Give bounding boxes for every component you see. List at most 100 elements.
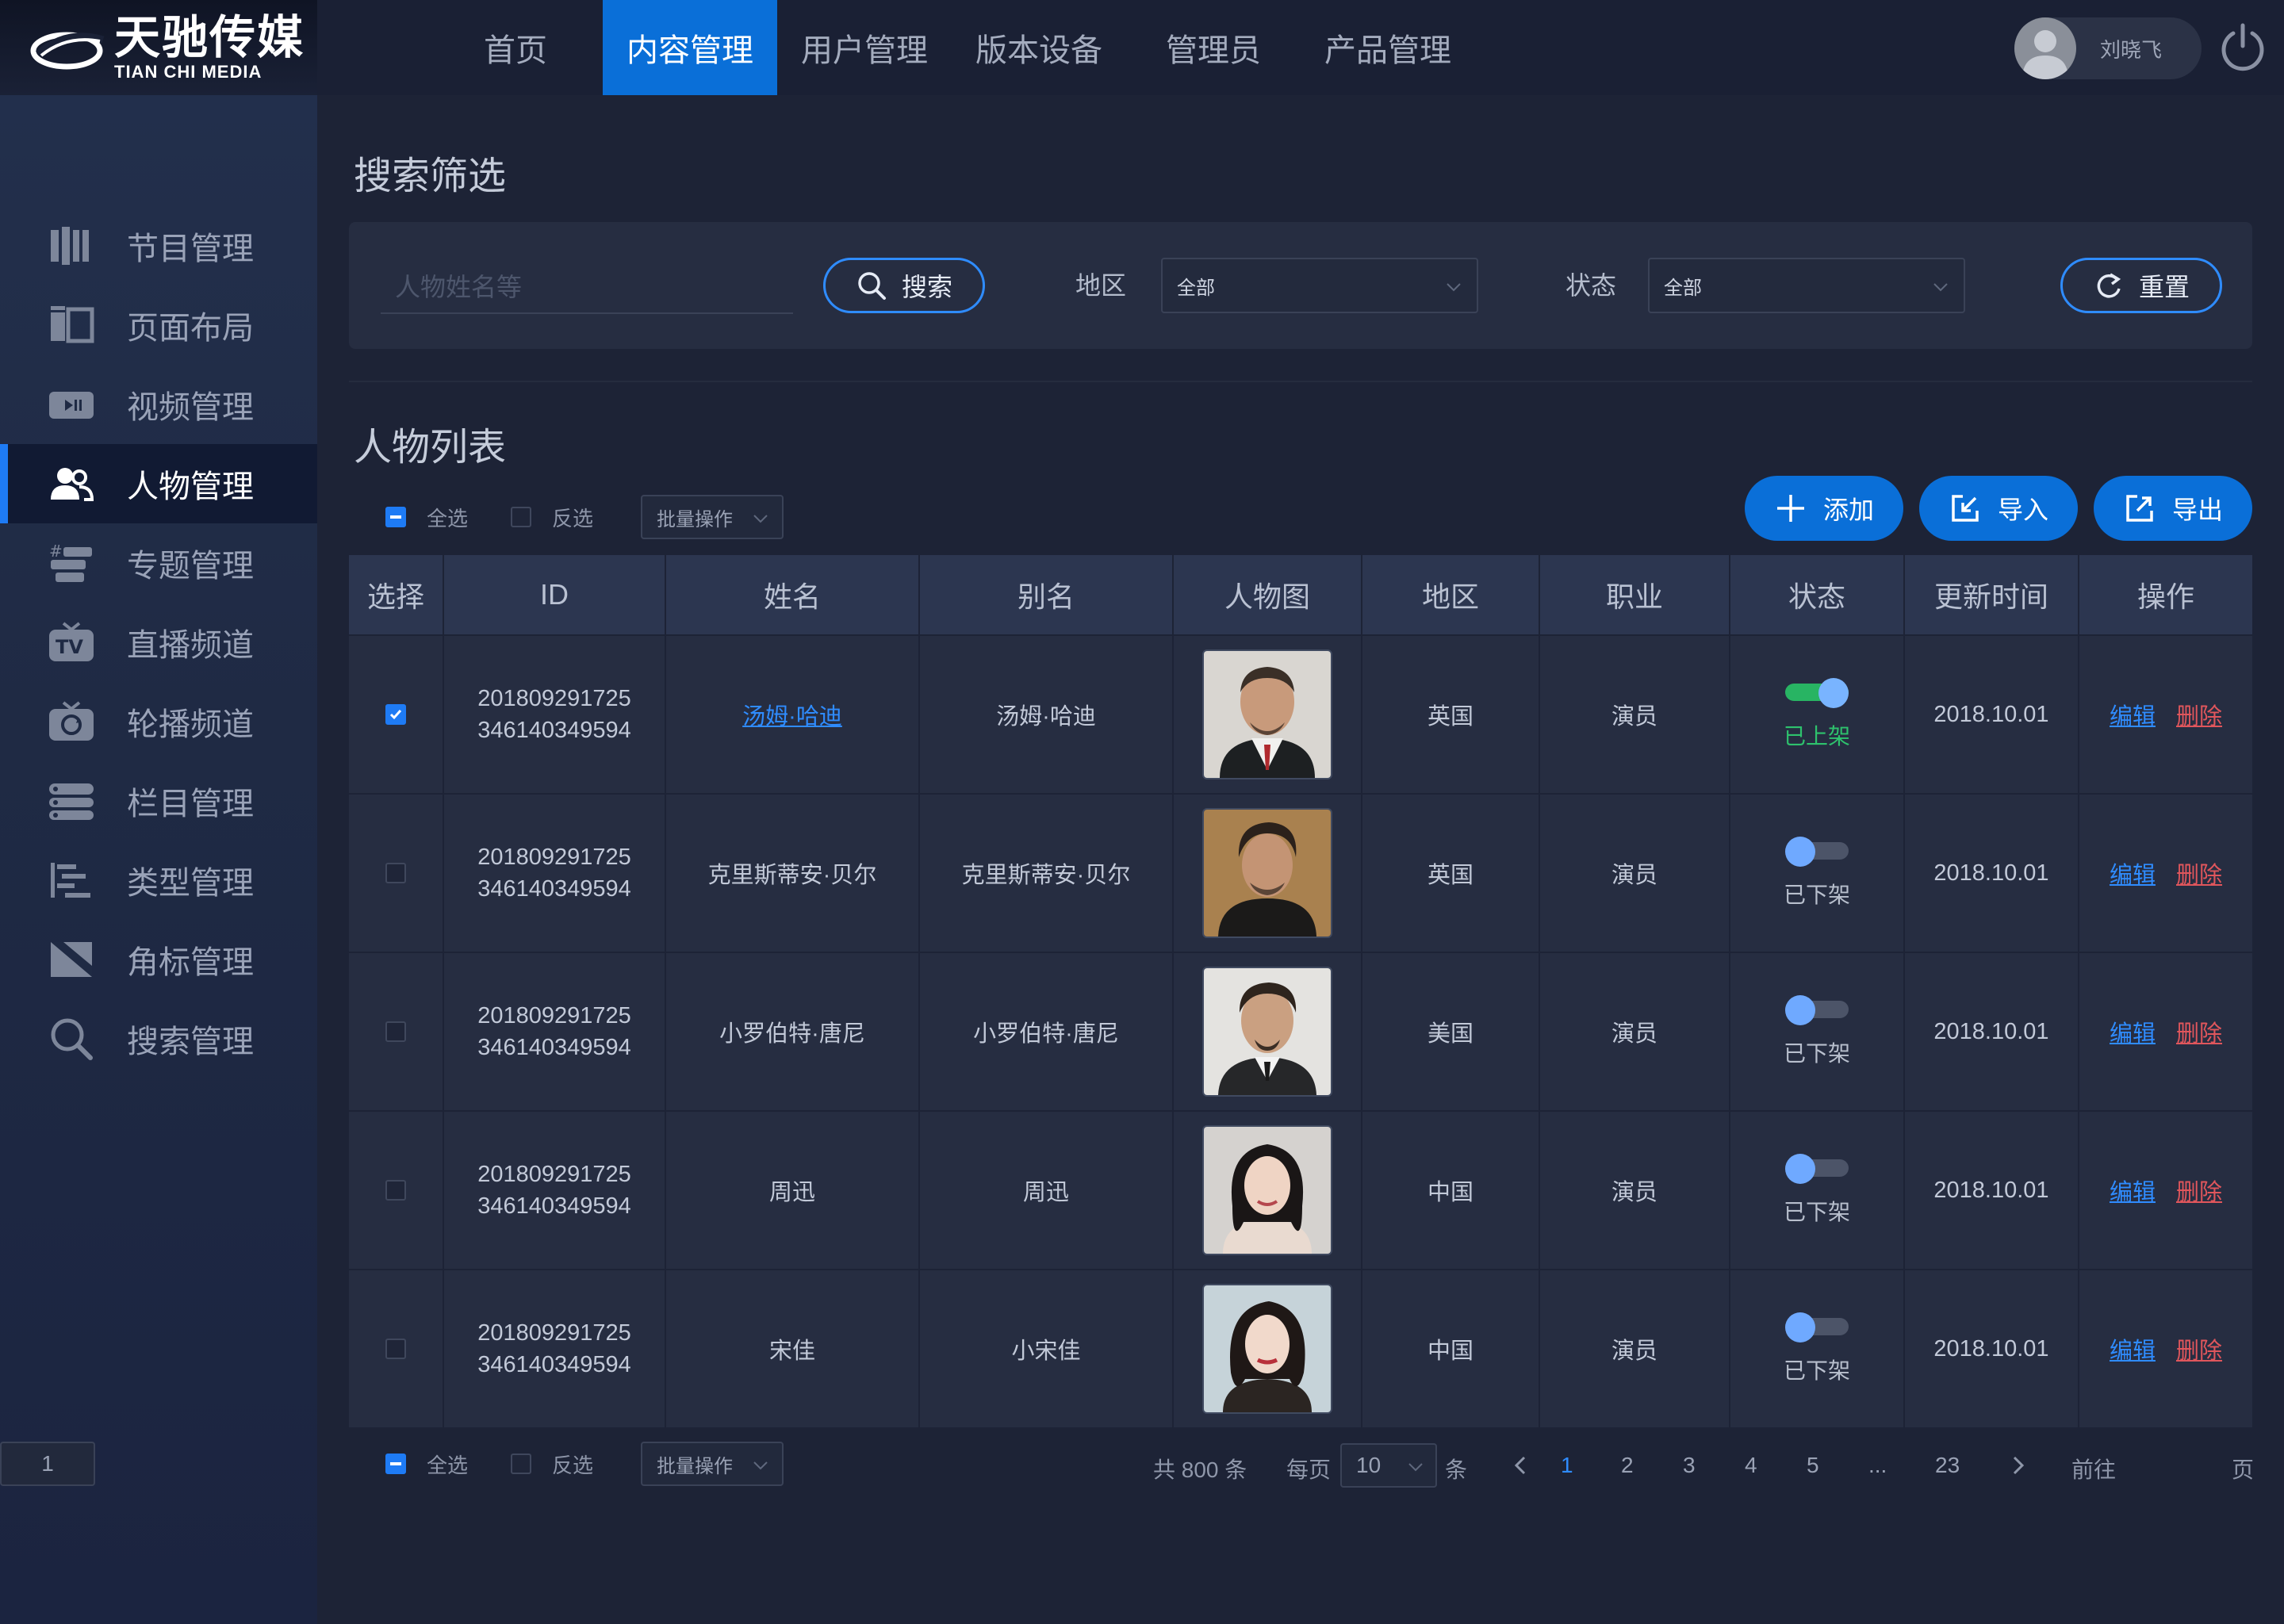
status-label: 状态	[1565, 271, 1617, 300]
export-button[interactable]: 导出	[2094, 476, 2252, 541]
sidebar-item-corner-mark[interactable]: 角标管理	[0, 920, 317, 999]
divider	[349, 381, 2252, 382]
next-page-icon[interactable]	[2008, 1450, 2027, 1487]
status-toggle[interactable]	[1785, 1312, 1849, 1342]
status-text: 已上架	[1783, 724, 1850, 749]
status-toggle[interactable]	[1785, 678, 1849, 708]
row-alias: 汤姆·哈迪	[996, 704, 1096, 730]
search-input[interactable]	[381, 262, 793, 314]
edit-link[interactable]: 编辑	[2110, 1174, 2156, 1207]
row-checkbox[interactable]	[385, 1021, 406, 1042]
logo: 天驰传媒 TIAN CHI MEDIA	[0, 0, 317, 95]
status-toggle[interactable]	[1785, 1154, 1849, 1184]
row-checkbox[interactable]	[385, 1180, 406, 1201]
search-button[interactable]: 搜索	[823, 258, 985, 313]
edit-link[interactable]: 编辑	[2110, 1332, 2156, 1365]
edit-link[interactable]: 编辑	[2110, 856, 2156, 890]
sidebar-item-label: 专题管理	[127, 549, 254, 584]
region-select[interactable]: 全部	[1161, 258, 1478, 313]
status-text: 已下架	[1783, 1041, 1850, 1066]
topic-icon: #	[46, 538, 97, 588]
tab-product-management[interactable]: 产品管理	[1301, 0, 1475, 95]
delete-link[interactable]: 删除	[2176, 856, 2222, 890]
row-checkbox[interactable]	[385, 704, 406, 725]
tab-home[interactable]: 首页	[428, 0, 603, 95]
sidebar-item-search[interactable]: 搜索管理	[0, 999, 317, 1078]
status-select-value: 全部	[1664, 277, 1702, 299]
row-id-line1: 201809291725	[477, 1003, 631, 1028]
sidebar-item-label: 轮播频道	[127, 707, 254, 742]
sidebar-item-carousel[interactable]: 轮播频道	[0, 682, 317, 761]
page-item[interactable]: 5	[1807, 1453, 1819, 1478]
row-region: 中国	[1427, 1180, 1473, 1205]
row-id-line1: 201809291725	[477, 686, 631, 711]
tab-version-device[interactable]: 版本设备	[952, 0, 1126, 95]
sidebar-item-program[interactable]: 节目管理	[0, 206, 317, 285]
import-button[interactable]: 导入	[1919, 476, 2078, 541]
sidebar-item-video[interactable]: 视频管理	[0, 365, 317, 444]
delete-link[interactable]: 删除	[2176, 698, 2222, 731]
status-toggle[interactable]	[1785, 837, 1849, 867]
row-job: 演员	[1611, 704, 1657, 730]
row-updated: 2018.10.01	[1933, 701, 2049, 727]
topbar: 首页 内容管理 用户管理 版本设备 管理员 产品管理 刘晓飞	[317, 0, 2284, 95]
export-icon	[2126, 495, 2153, 522]
status-select[interactable]: 全部	[1648, 258, 1965, 313]
page-item[interactable]: 1	[1561, 1453, 1573, 1478]
table-row: 201809291725 346140349594 周迅 周迅 中国 演员 已下…	[349, 1110, 2252, 1269]
user-menu[interactable]: 刘晓飞	[2014, 17, 2202, 79]
tab-user-management[interactable]: 用户管理	[777, 0, 952, 95]
reset-button[interactable]: 重置	[2060, 258, 2222, 313]
row-id-line1: 201809291725	[477, 845, 631, 870]
tab-content-management[interactable]: 内容管理	[603, 0, 777, 95]
sidebar-item-layout[interactable]: 页面布局	[0, 285, 317, 365]
page-item[interactable]: 3	[1683, 1453, 1696, 1478]
row-job: 演员	[1611, 863, 1657, 888]
page-item[interactable]: 23	[1935, 1453, 1960, 1478]
batch-action-select[interactable]: 批量操作	[641, 495, 784, 539]
status-toggle[interactable]	[1785, 995, 1849, 1025]
page-size-select[interactable]: 10	[1340, 1443, 1437, 1488]
sidebar-item-type[interactable]: 类型管理	[0, 841, 317, 920]
goto-page-input[interactable]	[0, 1442, 95, 1486]
select-all-checkbox[interactable]	[385, 507, 406, 527]
sidebar-item-topic[interactable]: # 专题管理	[0, 523, 317, 603]
row-id-line1: 201809291725	[477, 1162, 631, 1187]
invert-checkbox[interactable]	[511, 507, 532, 527]
col-name: 姓名	[666, 555, 920, 634]
tab-admin[interactable]: 管理员	[1126, 0, 1301, 95]
sidebar-item-label: 搜索管理	[127, 1025, 254, 1059]
sidebar-item-label: 直播频道	[127, 628, 254, 663]
col-status: 状态	[1730, 555, 1905, 634]
edit-link[interactable]: 编辑	[2110, 698, 2156, 731]
region-select-value: 全部	[1177, 277, 1215, 299]
row-name-link[interactable]: 汤姆·哈迪	[742, 698, 842, 731]
sidebar-item-live[interactable]: TV 直播频道	[0, 603, 317, 682]
row-checkbox[interactable]	[385, 863, 406, 883]
page-ellipsis[interactable]: ...	[1868, 1453, 1887, 1478]
page-item[interactable]: 4	[1745, 1453, 1757, 1478]
delete-link[interactable]: 删除	[2176, 1015, 2222, 1048]
delete-link[interactable]: 删除	[2176, 1174, 2222, 1207]
power-icon[interactable]	[2217, 22, 2268, 73]
row-region: 中国	[1427, 1339, 1473, 1364]
list-title: 人物列表	[354, 427, 507, 469]
row-updated: 2018.10.01	[1933, 860, 2049, 886]
row-id-line2: 346140349594	[477, 1035, 631, 1060]
prev-page-icon[interactable]	[1512, 1450, 1531, 1487]
page-size-value: 10	[1356, 1453, 1382, 1477]
status-text: 已下架	[1783, 883, 1850, 907]
row-job: 演员	[1611, 1180, 1657, 1205]
bulk-controls-top: 全选 反选 批量操作	[385, 495, 784, 539]
page-item[interactable]: 2	[1621, 1453, 1634, 1478]
sidebar-item-column[interactable]: 栏目管理	[0, 761, 317, 841]
delete-link[interactable]: 删除	[2176, 1332, 2222, 1365]
row-name: 宋佳	[768, 1339, 815, 1364]
sidebar-item-people[interactable]: 人物管理	[0, 444, 317, 523]
add-button[interactable]: 添加	[1745, 476, 1903, 541]
video-icon	[46, 379, 97, 430]
program-icon	[46, 220, 97, 271]
row-checkbox[interactable]	[385, 1339, 406, 1359]
edit-link[interactable]: 编辑	[2110, 1015, 2156, 1048]
portrait-tom-hardy	[1202, 649, 1332, 779]
